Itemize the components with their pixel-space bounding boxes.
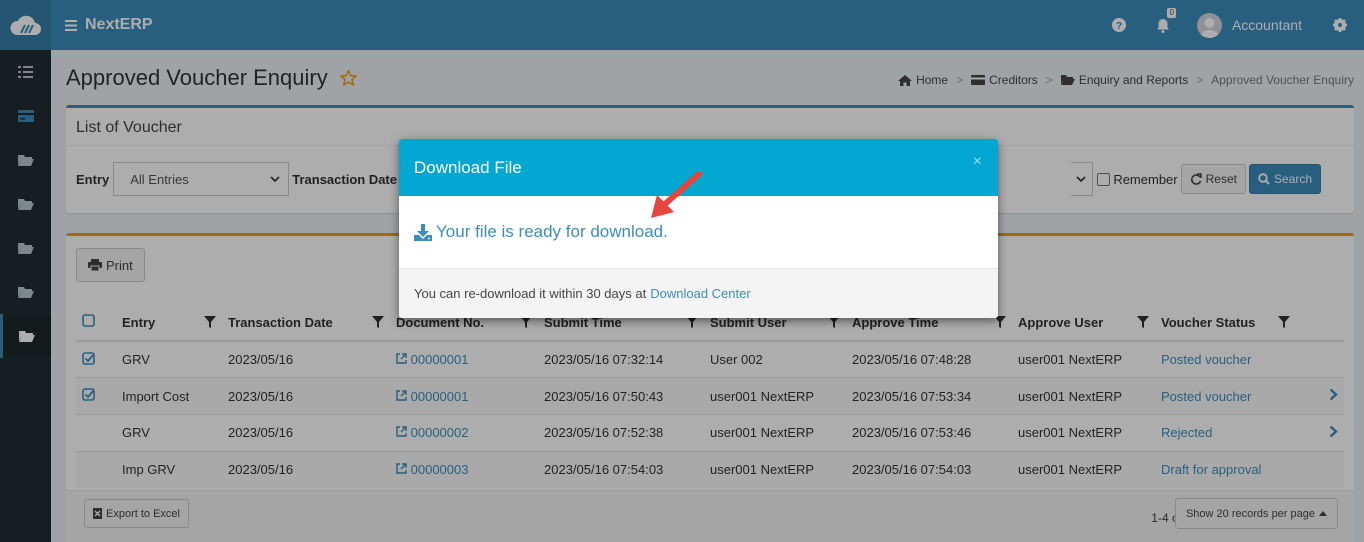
download-link[interactable]: Your file is ready for download. xyxy=(414,222,668,242)
download-file-modal: Download File × Your file is ready for d… xyxy=(399,139,998,318)
download-link-text[interactable]: Your file is ready for download. xyxy=(436,222,668,242)
close-icon[interactable]: × xyxy=(973,153,982,171)
download-icon xyxy=(414,223,432,241)
modal-note: You can re-download it within 30 days at xyxy=(414,286,647,301)
modal-title: Download File xyxy=(414,157,522,177)
modal-footer: You can re-download it within 30 days at… xyxy=(399,268,998,318)
annotation-arrow-icon xyxy=(651,171,702,218)
download-center-link[interactable]: Download Center xyxy=(650,286,750,301)
